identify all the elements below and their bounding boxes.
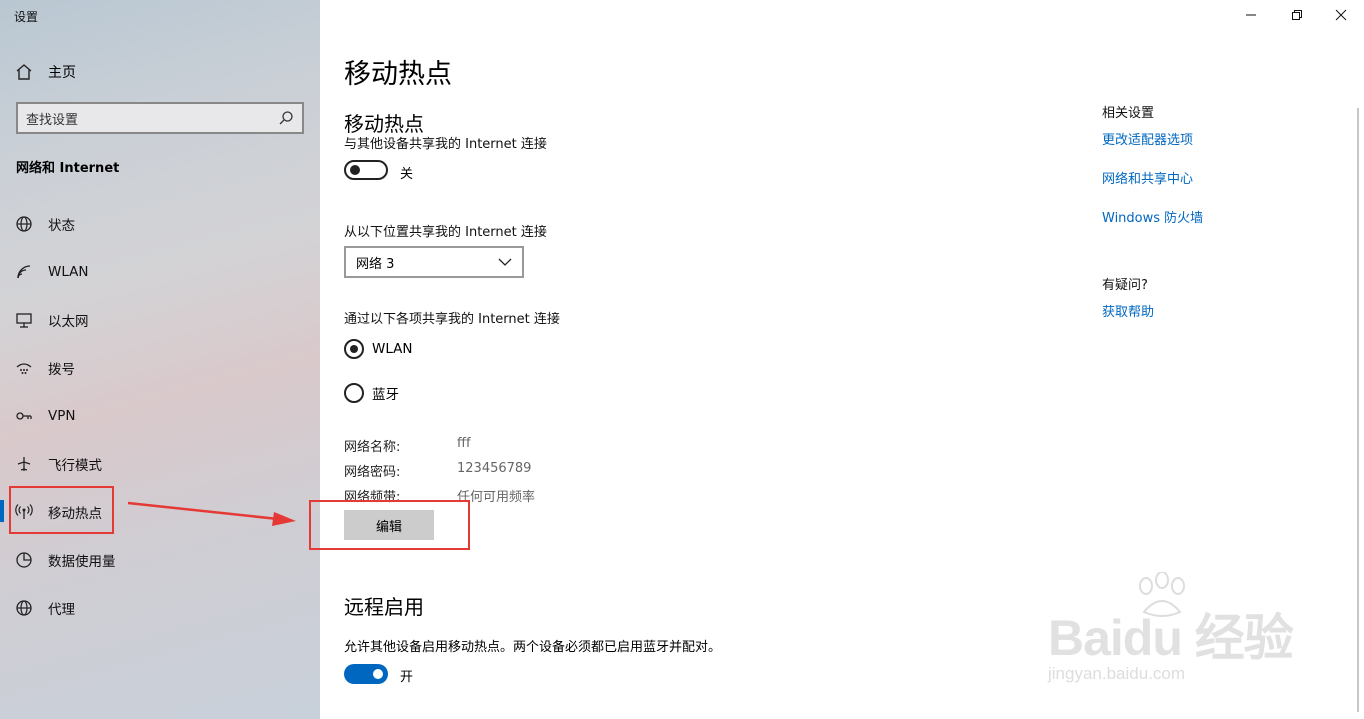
link-adapter-options[interactable]: 更改适配器选项 — [1102, 129, 1193, 148]
remote-heading: 远程启用 — [344, 595, 424, 619]
link-get-help[interactable]: 获取帮助 — [1102, 301, 1154, 320]
link-network-sharing-center[interactable]: 网络和共享中心 — [1102, 168, 1193, 187]
remote-toggle-state: 开 — [400, 670, 414, 685]
toggle-knob — [373, 669, 383, 679]
link-windows-firewall[interactable]: Windows 防火墙 — [1102, 207, 1203, 226]
remote-toggle[interactable] — [344, 664, 388, 684]
question-heading: 有疑问? — [1102, 278, 1148, 293]
related-heading: 相关设置 — [1102, 106, 1155, 121]
annotation-arrow — [127, 501, 296, 526]
scrollbar[interactable] — [1357, 108, 1359, 712]
remote-description: 允许其他设备启用移动热点。两个设备必须都已启用蓝牙并配对。 — [344, 640, 722, 655]
